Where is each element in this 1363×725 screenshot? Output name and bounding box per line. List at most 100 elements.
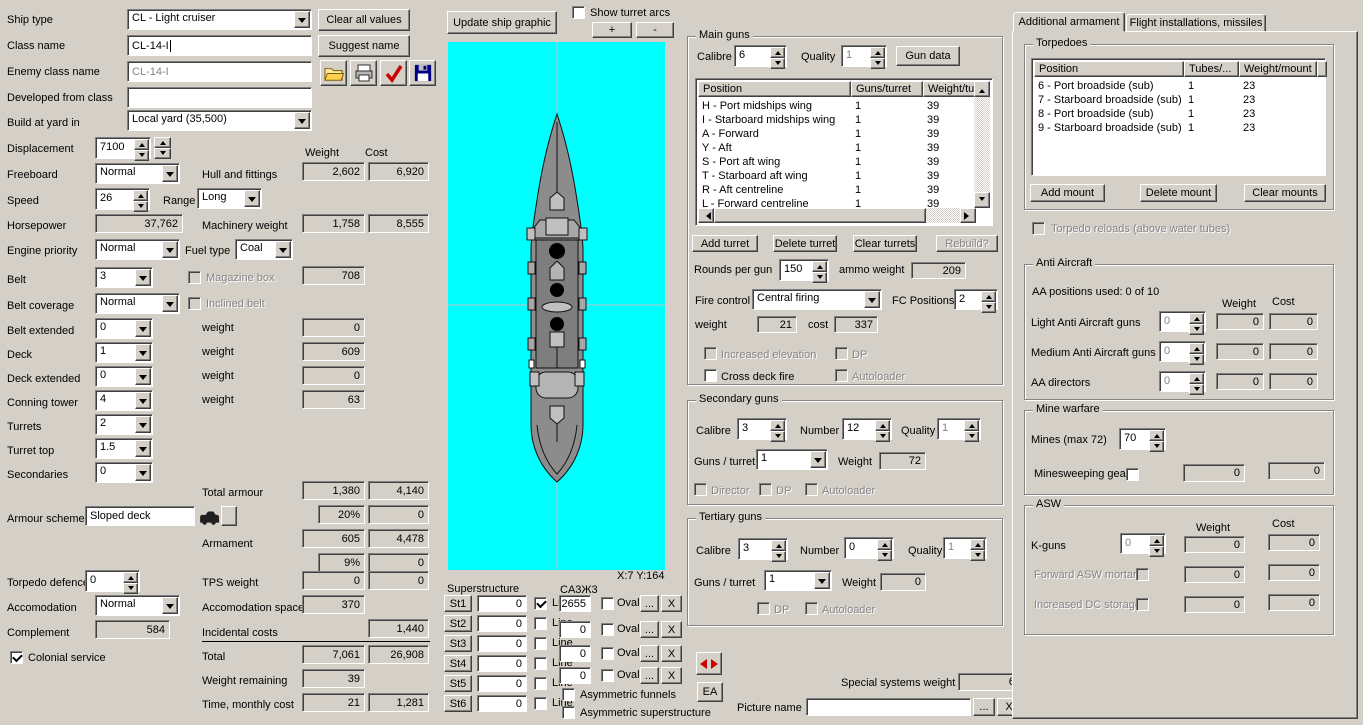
main-calibre-stepper[interactable]: 6 [734,45,787,67]
column-header-weight[interactable]: Weight/turre [923,81,976,97]
picture-browse-button[interactable]: ... [973,698,995,716]
spin-up-icon[interactable] [877,539,892,550]
chevron-down-icon[interactable] [294,112,310,129]
spin-down-icon[interactable] [771,551,786,562]
delete-mount-button[interactable]: Delete mount [1140,184,1217,202]
swap-view-button[interactable] [696,652,722,675]
belt-extended-select[interactable]: 0 [95,318,153,339]
st4-button[interactable]: St4 [444,655,472,672]
st6-line-checkbox[interactable] [534,697,547,710]
scroll-up-icon[interactable] [974,81,990,97]
spin-up-icon[interactable] [134,139,149,150]
st3-button[interactable]: St3 [444,635,472,652]
st5-line-checkbox[interactable] [534,677,547,690]
clear-button-3[interactable]: X [661,645,682,662]
torpedo-row[interactable]: 7 - Starboard broadside (sub)123 [1034,94,1325,108]
spin-up-icon[interactable] [154,137,171,148]
asymmetric-funnels-checkbox[interactable] [562,688,575,701]
spin-down-icon[interactable] [154,148,171,159]
pic-value-field-3[interactable]: 0 [559,645,591,662]
tertiary-number-stepper[interactable]: 0 [844,537,894,559]
chevron-down-icon[interactable] [275,241,291,258]
pic-value-field-1[interactable]: 2655 [559,595,591,612]
suggest-name-button[interactable]: Suggest name [318,35,410,57]
clear-turrets-button[interactable]: Clear turrets [853,235,917,252]
chevron-down-icon[interactable] [294,11,310,28]
chevron-down-icon[interactable] [814,572,830,589]
secondary-calibre-stepper[interactable]: 3 [737,418,787,440]
ship-graphic-canvas[interactable] [448,42,665,570]
st5-button[interactable]: St5 [444,675,472,692]
asymmetric-superstructure-checkbox[interactable] [562,706,575,719]
update-ship-graphic-button[interactable]: Update ship graphic [447,11,557,34]
browse-button-3[interactable]: ... [640,645,659,662]
browse-button-2[interactable]: ... [640,621,659,638]
torpedo-row[interactable]: 9 - Starboard broadside (sub)123 [1034,122,1325,136]
chevron-down-icon[interactable] [162,597,178,614]
spin-up-icon[interactable] [1189,373,1204,384]
chevron-down-icon[interactable] [135,368,151,385]
deck-extended-select[interactable]: 0 [95,366,153,387]
chevron-down-icon[interactable] [135,440,151,457]
belt-select[interactable]: 3 [95,267,153,288]
speed-stepper[interactable]: 26 [95,188,150,210]
column-header-tubes[interactable]: Tubes/... [1184,61,1239,77]
main-gun-row[interactable]: I - Starboard midships wing139 [698,114,976,128]
st1-line-checkbox[interactable] [534,597,547,610]
column-header-guns[interactable]: Guns/turret [851,81,923,97]
column-header-weight-mount[interactable]: Weight/mount [1239,61,1317,77]
st6-value-field[interactable]: 0 [477,695,527,712]
freeboard-select[interactable]: Normal [95,163,180,184]
spin-up-icon[interactable] [123,572,138,583]
st3-value-field[interactable]: 0 [477,635,527,652]
main-gun-row[interactable]: T - Starboard aft wing139 [698,170,976,184]
st2-value-field[interactable]: 0 [477,615,527,632]
save-button[interactable] [409,60,436,86]
spin-down-icon[interactable] [875,431,890,442]
chevron-down-icon[interactable] [162,295,178,312]
accomodation-select[interactable]: Normal [95,595,180,616]
chevron-down-icon[interactable] [135,320,151,337]
main-gun-row[interactable]: A - Forward139 [698,128,976,142]
turrets-select[interactable]: 2 [95,414,153,435]
class-name-input[interactable]: CL-14-I [127,35,312,56]
scroll-left-icon[interactable] [698,208,714,223]
mines-stepper[interactable]: 70 [1119,428,1166,450]
scrollbar-thumb[interactable] [714,208,926,223]
spin-up-icon[interactable] [1149,430,1164,441]
spin-up-icon[interactable] [870,47,885,58]
tertiary-calibre-stepper[interactable]: 3 [738,538,788,560]
main-gun-row[interactable]: R - Aft centreline139 [698,184,976,198]
chevron-down-icon[interactable] [135,392,151,409]
pic-value-field-4[interactable]: 0 [559,667,591,684]
deck-select[interactable]: 1 [95,342,153,363]
spin-down-icon[interactable] [123,583,138,594]
tertiary-guns-turret-select[interactable]: 1 [764,570,832,591]
torpedo-row[interactable]: 8 - Port broadside (sub)123 [1034,108,1325,122]
developed-from-input[interactable] [127,87,312,108]
chevron-down-icon[interactable] [135,416,151,433]
picture-name-input[interactable] [806,698,971,716]
spin-up-icon[interactable] [770,47,785,58]
scroll-down-icon[interactable] [974,192,990,208]
spin-down-icon[interactable] [964,431,979,442]
spin-down-icon[interactable] [1189,324,1204,335]
st2-line-checkbox[interactable] [534,617,547,630]
spin-down-icon[interactable] [812,272,827,283]
spin-down-icon[interactable] [1189,354,1204,365]
secondary-guns-turret-select[interactable]: 1 [756,449,828,470]
chevron-down-icon[interactable] [162,165,178,182]
armour-scheme-picker-button[interactable] [221,506,237,526]
spin-down-icon[interactable] [1149,546,1164,557]
st4-line-checkbox[interactable] [534,657,547,670]
spin-down-icon[interactable] [981,302,996,313]
ea-button[interactable]: EA [697,682,723,702]
tab-additional-armament[interactable]: Additional armament [1013,12,1125,32]
spin-down-icon[interactable] [770,58,785,69]
clear-button-4[interactable]: X [661,667,682,684]
chevron-down-icon[interactable] [135,464,151,481]
browse-button-4[interactable]: ... [640,667,659,684]
cross-deck-fire-checkbox[interactable] [704,369,717,382]
build-yard-select[interactable]: Local yard (35,500) [127,110,312,131]
spin-up-icon[interactable] [1149,535,1164,546]
